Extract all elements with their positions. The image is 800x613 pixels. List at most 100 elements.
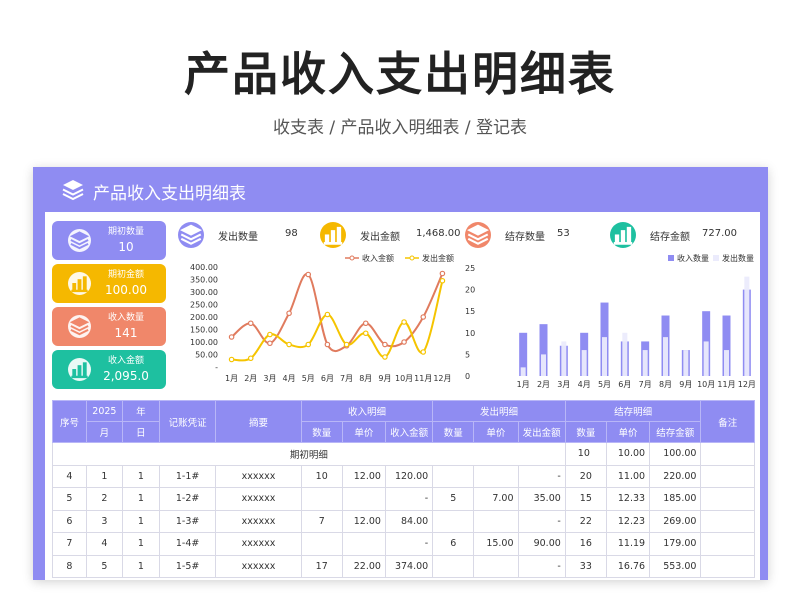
cell-day[interactable]: 1 bbox=[121, 509, 160, 533]
cell-voucher[interactable]: 1-5# bbox=[158, 554, 217, 578]
x-tick-label: 7月 bbox=[639, 380, 652, 389]
cell-income-price[interactable]: 12.00 bbox=[341, 464, 386, 488]
cell-issue-price[interactable] bbox=[473, 554, 519, 578]
cell-remark[interactable] bbox=[700, 532, 755, 556]
cell-summary[interactable]: xxxxxx bbox=[215, 509, 302, 533]
cell-income-amount[interactable]: 374.00 bbox=[384, 554, 434, 578]
stat-card: 收入金额 2,095.0 bbox=[52, 350, 166, 389]
cell-income-qty[interactable] bbox=[300, 487, 343, 511]
opening-remark[interactable] bbox=[700, 442, 755, 466]
cell-seq[interactable]: 7 bbox=[52, 532, 87, 556]
cell-day[interactable]: 1 bbox=[121, 532, 160, 556]
cell-issue-price[interactable]: 7.00 bbox=[473, 487, 519, 511]
cell-balance-qty[interactable]: 20 bbox=[564, 464, 607, 488]
cell-summary[interactable]: xxxxxx bbox=[215, 554, 302, 578]
cell-balance-amount[interactable]: 269.00 bbox=[649, 509, 702, 533]
cell-issue-amount[interactable]: - bbox=[517, 509, 566, 533]
cell-balance-price[interactable]: 12.23 bbox=[605, 509, 651, 533]
header-issue: 发出明细 bbox=[432, 400, 566, 422]
cell-balance-amount[interactable]: 179.00 bbox=[649, 532, 702, 556]
cell-issue-price[interactable] bbox=[473, 509, 519, 533]
cell-seq[interactable]: 4 bbox=[52, 464, 87, 488]
cell-issue-amount[interactable]: - bbox=[517, 554, 566, 578]
cell-issue-amount[interactable]: - bbox=[517, 464, 566, 488]
cell-seq[interactable]: 6 bbox=[52, 509, 87, 533]
cell-month[interactable]: 3 bbox=[85, 509, 123, 533]
x-tick-label: 5月 bbox=[302, 374, 315, 383]
cell-remark[interactable] bbox=[700, 554, 755, 578]
cell-income-qty[interactable]: 10 bbox=[300, 464, 343, 488]
cell-issue-price[interactable] bbox=[473, 464, 519, 488]
cell-issue-amount[interactable]: 90.00 bbox=[517, 532, 566, 556]
opening-qty[interactable]: 10 bbox=[564, 442, 607, 466]
x-tick-label: 8月 bbox=[359, 374, 372, 383]
cell-balance-amount[interactable]: 553.00 bbox=[649, 554, 702, 578]
cell-income-price[interactable] bbox=[341, 487, 386, 511]
cell-income-amount[interactable]: 84.00 bbox=[384, 509, 434, 533]
cell-income-price[interactable]: 12.00 bbox=[341, 509, 386, 533]
cell-income-qty[interactable]: 17 bbox=[300, 554, 343, 578]
card-label: 收入金额 bbox=[107, 356, 144, 366]
cell-issue-qty[interactable] bbox=[432, 464, 475, 488]
cell-seq[interactable]: 5 bbox=[52, 487, 87, 511]
cell-month[interactable]: 5 bbox=[85, 554, 123, 578]
cell-balance-price[interactable]: 12.33 bbox=[605, 487, 651, 511]
cell-summary[interactable]: xxxxxx bbox=[215, 487, 302, 511]
cell-day[interactable]: 1 bbox=[121, 464, 160, 488]
cell-issue-qty[interactable]: 6 bbox=[432, 532, 475, 556]
cell-month[interactable]: 2 bbox=[85, 487, 123, 511]
cell-issue-price[interactable]: 15.00 bbox=[473, 532, 519, 556]
cell-month[interactable]: 4 bbox=[85, 532, 123, 556]
summary-value: 1,468.00 bbox=[416, 228, 461, 239]
table-row: 4 1 1 1-1# xxxxxx 10 12.00 120.00-20 11.00 220.00 bbox=[52, 464, 755, 488]
cell-balance-amount[interactable]: 220.00 bbox=[649, 464, 702, 488]
cell-balance-price[interactable]: 11.00 bbox=[605, 464, 651, 488]
cell-summary[interactable]: xxxxxx bbox=[215, 532, 302, 556]
y-tick-label: 150.00 bbox=[190, 326, 218, 335]
cell-voucher[interactable]: 1-1# bbox=[158, 464, 217, 488]
sheet-panel: 产品收入支出明细表 期初数量 10 期初金额 100.00 收入数量 141 收入金额 2,0… bbox=[33, 167, 768, 580]
cell-income-amount[interactable]: 120.00 bbox=[384, 464, 434, 488]
series-line bbox=[230, 273, 444, 353]
header-income-price: 单价 bbox=[341, 421, 386, 443]
bar-chart-icon bbox=[71, 362, 88, 379]
data-point bbox=[439, 270, 446, 277]
cell-income-price[interactable] bbox=[341, 532, 386, 556]
cell-balance-qty[interactable]: 15 bbox=[564, 487, 607, 511]
cell-issue-amount[interactable]: 35.00 bbox=[517, 487, 566, 511]
cell-remark[interactable] bbox=[700, 487, 755, 511]
cell-issue-qty[interactable]: 5 bbox=[432, 487, 475, 511]
cell-voucher[interactable]: 1-4# bbox=[158, 532, 217, 556]
cell-balance-amount[interactable]: 185.00 bbox=[649, 487, 702, 511]
table-row: 5 2 1 1-2# xxxxxx -5 7.00 35.00 15 12.33 185.00 bbox=[52, 487, 755, 511]
cell-month[interactable]: 1 bbox=[85, 464, 123, 488]
cell-balance-price[interactable]: 16.76 bbox=[605, 554, 651, 578]
layers-icon bbox=[180, 224, 202, 245]
cell-income-amount[interactable]: - bbox=[384, 487, 434, 511]
cell-balance-qty[interactable]: 33 bbox=[564, 554, 607, 578]
cell-voucher[interactable]: 1-2# bbox=[158, 487, 217, 511]
y-tick-label: 400.00 bbox=[190, 263, 218, 272]
cell-income-price[interactable]: 22.00 bbox=[341, 554, 386, 578]
cell-balance-qty[interactable]: 22 bbox=[564, 509, 607, 533]
cell-balance-price[interactable]: 11.19 bbox=[605, 532, 651, 556]
header-month: 月 bbox=[85, 421, 123, 443]
cell-summary[interactable]: xxxxxx bbox=[215, 464, 302, 488]
opening-price[interactable]: 10.00 bbox=[605, 442, 651, 466]
cell-balance-qty[interactable]: 16 bbox=[564, 532, 607, 556]
cell-remark[interactable] bbox=[700, 509, 755, 533]
cell-day[interactable]: 1 bbox=[121, 487, 160, 511]
data-point bbox=[228, 356, 235, 363]
cell-income-amount[interactable]: - bbox=[384, 532, 434, 556]
cell-income-qty[interactable]: 7 bbox=[300, 509, 343, 533]
cell-issue-qty[interactable] bbox=[432, 554, 475, 578]
cell-voucher[interactable]: 1-3# bbox=[158, 509, 217, 533]
cell-day[interactable]: 1 bbox=[121, 554, 160, 578]
bar-issue-qty bbox=[703, 341, 709, 376]
cell-seq[interactable]: 8 bbox=[52, 554, 87, 578]
cell-remark[interactable] bbox=[700, 464, 755, 488]
opening-amount[interactable]: 100.00 bbox=[649, 442, 702, 466]
cell-issue-qty[interactable] bbox=[432, 509, 475, 533]
cell-income-qty[interactable] bbox=[300, 532, 343, 556]
bar-issue-qty bbox=[602, 337, 607, 376]
